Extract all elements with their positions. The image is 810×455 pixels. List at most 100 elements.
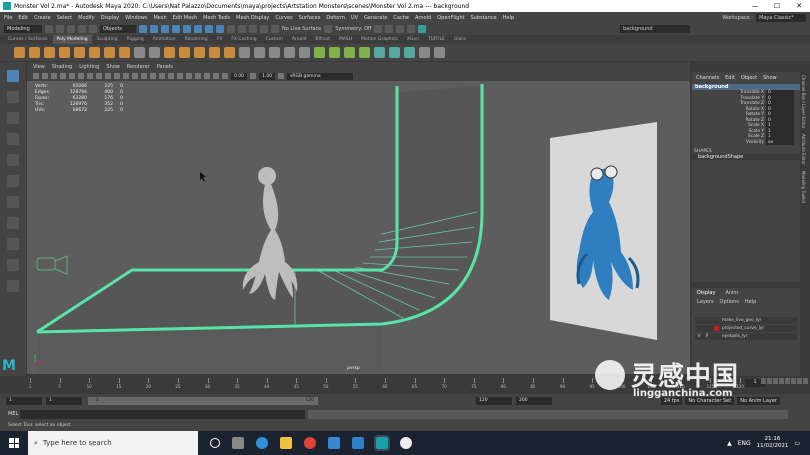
menu-display[interactable]: Display [101, 15, 119, 21]
side-tab-modeling-toolkit[interactable]: Modeling Toolkit [800, 168, 807, 206]
mask-handles-icon[interactable] [172, 25, 180, 33]
layer-menu-help[interactable]: Help [745, 299, 756, 305]
shelf-tab-xgen[interactable]: XGen [403, 35, 423, 44]
film-gate-icon[interactable] [78, 73, 84, 79]
shelf-tab-fx[interactable]: FX [213, 35, 227, 44]
menu-curves[interactable]: Curves [275, 15, 292, 21]
select-camera-icon[interactable] [33, 73, 39, 79]
paint-select-icon[interactable] [7, 112, 19, 124]
bevel-icon[interactable] [254, 47, 265, 58]
planar-uv-icon[interactable] [374, 47, 385, 58]
gamma-icon[interactable] [250, 73, 257, 79]
step-forward-key-icon[interactable] [797, 378, 802, 384]
side-tab-attribute-editor[interactable]: Attribute Editor [800, 131, 807, 168]
snap-view-plane-icon[interactable] [260, 25, 268, 33]
poly-cube-icon[interactable] [29, 47, 40, 58]
mirror-icon[interactable] [224, 47, 235, 58]
mel-label[interactable]: MEL [8, 411, 18, 417]
cortana-icon[interactable] [210, 438, 220, 448]
channel-box-menu-edit[interactable]: Edit [725, 75, 735, 81]
motion-blur-icon[interactable] [177, 73, 183, 79]
channel-box-menu-channels[interactable]: Channels [696, 75, 719, 81]
gate-mask-icon[interactable] [96, 73, 102, 79]
viewport-panel[interactable]: View Shading Lighting Show Renderer Pane… [27, 62, 690, 374]
shelf-tab-fx-caching[interactable]: FX Caching [227, 35, 260, 44]
animation-start-field[interactable]: 1 [6, 397, 42, 405]
svg-icon[interactable] [149, 47, 160, 58]
select-hierarchy-icon[interactable] [139, 25, 147, 33]
shelf-tab-sculpting[interactable]: Sculpting [93, 35, 122, 44]
channel-box-menu-object[interactable]: Object [741, 75, 757, 81]
platonic-solid-icon[interactable] [119, 47, 130, 58]
camera-attributes-icon[interactable] [42, 73, 48, 79]
poly-sphere-icon[interactable] [14, 47, 25, 58]
layer-color-swatch[interactable] [714, 334, 719, 339]
exposure-field[interactable]: 0.00 [231, 72, 248, 80]
maya-taskbar-icon[interactable] [374, 435, 390, 451]
scene-view[interactable] [27, 62, 690, 374]
isolate-select-icon[interactable] [195, 73, 201, 79]
playback-end-field[interactable]: 120 [476, 397, 512, 405]
save-scene-icon[interactable] [67, 25, 75, 33]
attr-visibility[interactable]: Visibility on [692, 139, 800, 145]
layer-tab-anim[interactable]: Anim [725, 290, 738, 296]
minimize-button[interactable]: — [744, 0, 766, 12]
menu-set-dropdown[interactable]: Modeling [4, 25, 42, 33]
open-scene-icon[interactable] [56, 25, 64, 33]
poly-disc-icon[interactable] [104, 47, 115, 58]
menu-cache[interactable]: Cache [393, 15, 409, 21]
start-button[interactable] [0, 431, 28, 455]
viewport-menu-panels[interactable]: Panels [157, 64, 173, 70]
shelf-tab-arnold[interactable]: Arnold [288, 35, 311, 44]
mail-icon[interactable] [328, 437, 340, 449]
use-all-lights-icon[interactable] [150, 73, 156, 79]
outliner-layout-icon[interactable] [7, 259, 19, 271]
edge-browser-icon[interactable] [256, 437, 268, 449]
redo-icon[interactable] [89, 25, 97, 33]
rotate-tool-icon[interactable] [7, 154, 19, 166]
snap-curve-icon[interactable] [238, 25, 246, 33]
shelf-tab-glass[interactable]: Glass [450, 35, 470, 44]
last-tool-icon[interactable] [7, 196, 19, 208]
viewport-menu-shading[interactable]: Shading [52, 64, 72, 70]
quad-draw-icon[interactable] [344, 47, 355, 58]
menu-windows[interactable]: Windows [125, 15, 147, 21]
move-tool-icon[interactable] [7, 133, 19, 145]
layer-playback-toggle[interactable]: P [703, 334, 711, 339]
menu-select[interactable]: Select [57, 15, 72, 21]
selection-mode-dropdown[interactable]: Objects [100, 25, 136, 33]
menu-mesh-tools[interactable]: Mesh Tools [203, 15, 230, 21]
viewport-menu-view[interactable]: View [33, 64, 45, 70]
notification-icon[interactable]: ▭ [794, 440, 800, 447]
field-chart-icon[interactable] [105, 73, 111, 79]
shelf-tab-rendering[interactable]: Rendering [181, 35, 212, 44]
soften-edge-icon[interactable] [419, 47, 430, 58]
lasso-tool-icon[interactable] [7, 91, 19, 103]
fill-hole-icon[interactable] [284, 47, 295, 58]
grid-icon[interactable] [69, 73, 75, 79]
language-indicator[interactable]: ENG [738, 440, 751, 447]
menu-substance[interactable]: Substance [470, 15, 496, 21]
playback-start-field[interactable]: 1 [46, 397, 82, 405]
layer-row[interactable]: make_live_geo_lyr [695, 317, 797, 324]
menu-deform[interactable]: Deform [326, 15, 345, 21]
wireframe-icon[interactable] [123, 73, 129, 79]
symmetry-icon[interactable] [324, 25, 333, 33]
shelf-tab-curves-surfaces[interactable]: Curves / Surfaces [4, 35, 52, 44]
menu-mesh-display[interactable]: Mesh Display [236, 15, 269, 21]
textured-icon[interactable] [141, 73, 147, 79]
menu-mesh[interactable]: Mesh [153, 15, 166, 21]
viewport-menu-lighting[interactable]: Lighting [79, 64, 99, 70]
menu-create[interactable]: Create [34, 15, 51, 21]
render-settings-icon[interactable] [396, 25, 405, 33]
single-perspective-layout-icon[interactable] [7, 217, 19, 229]
separate-icon[interactable] [179, 47, 190, 58]
view-transform-dropdown[interactable]: sRGB gamma [287, 72, 354, 80]
menu-generate[interactable]: Generate [364, 15, 387, 21]
channel-box-menu-show[interactable]: Show [763, 75, 777, 81]
workspace-dropdown[interactable]: Maya Classic* [756, 13, 806, 22]
graph-editor-layout-icon[interactable] [7, 280, 19, 292]
ipr-render-icon[interactable] [385, 25, 394, 33]
taskbar-search[interactable]: ⌕ Type here to search [28, 431, 198, 455]
layer-color-swatch[interactable] [714, 326, 719, 331]
